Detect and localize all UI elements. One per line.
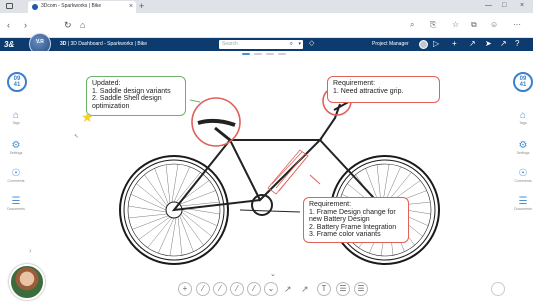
doc-icon: ☰ [11,196,21,207]
tag-icon: ⌂ [519,110,527,121]
wheel-spoke [171,164,179,203]
wheel-spoke [180,213,204,246]
right-sidebar-item-settings[interactable]: ⚙ Settings [513,140,533,155]
sidebar-label: Comments [514,179,532,183]
calendar-widget[interactable]: 09 41 [7,72,27,92]
add-button[interactable]: + [178,282,192,296]
text-tool-button[interactable]: T [317,282,331,296]
info-icon: ☉ [518,168,528,179]
wheel-spoke [158,217,175,254]
marker-tool-button[interactable]: ⁄ [230,282,244,296]
presenter-avatar[interactable] [9,264,45,300]
sidebar-item-comments[interactable]: ☉ Comments [6,168,26,183]
shape-tool-button[interactable]: ⌄ [264,282,278,296]
gear-icon: ⚙ [518,140,528,151]
bike-drawing [119,86,440,265]
frame-requirement-note[interactable]: Requirement: 1. Frame Design change for … [303,197,409,243]
wheel-spoke [130,194,167,211]
grip-requirement-note[interactable]: Requirement: 1. Need attractive grip. [327,76,440,103]
sidebar-item-settings[interactable]: ⚙ Settings [6,140,26,155]
wheel-spoke [128,205,167,213]
chevron-down-icon[interactable]: ⌄ [270,270,276,278]
sidebar-label: Settings [9,151,23,155]
highlighter-tool-button[interactable]: ⁄ [247,282,261,296]
wheel-spoke [154,168,169,205]
right-sidebar-item-tags[interactable]: ⌂ Tags [513,110,533,125]
wheel-spoke [132,215,169,230]
expand-sidebar-button[interactable]: › [29,246,32,255]
app-window: 3Dcom - Sparkworks | Bike × + — □ × ‹ › … [0,0,533,304]
wheel-spoke [179,215,194,252]
wheel-spoke [144,174,168,207]
right-sidebar: 09 41 ⌂ Tags ⚙ Settings ☉ Comments ☰ Doc… [513,60,533,304]
menu-tool-button[interactable]: ☰ [354,282,368,296]
sidebar-label: Comments [7,179,25,183]
wheel-spoke [181,209,218,226]
corner-action-button[interactable] [491,282,505,296]
sidebar-label: Settings [516,151,530,155]
gear-icon: ⚙ [11,140,21,151]
date-bottom: 41 [519,82,527,88]
wheel-spoke [169,217,177,256]
tag-icon: ⌂ [12,110,20,121]
sidebar-label: Tags [12,121,20,125]
wheel-spoke [128,213,168,219]
sidebar-item-documents[interactable]: ☰ Documents [6,196,26,211]
cursor-icon: ↖ [74,134,80,140]
line-tool-button[interactable]: ↗ [301,283,309,295]
sidebar-label: Documents [7,207,25,211]
wheel-spoke [138,216,171,240]
calendar-widget-right[interactable]: 09 41 [513,72,533,92]
pen-tool-button[interactable]: ⁄ [196,282,210,296]
star-icon[interactable]: ★ [81,110,94,124]
pencil-tool-button[interactable]: ⁄ [213,282,227,296]
date-bottom: 41 [13,82,21,88]
sidebar-item-tags[interactable]: ⌂ Tags [6,110,26,125]
wheel-spoke [165,164,171,204]
wheel-spoke [173,166,190,203]
sidebar-label: Documents [514,207,532,211]
info-icon: ☉ [11,168,21,179]
saddle-update-note[interactable]: Updated: 1. Saddle design variants 2. Sa… [86,76,186,116]
right-sidebar-item-documents[interactable]: ☰ Documents [513,196,533,211]
right-sidebar-item-comments[interactable]: ☉ Comments [513,168,533,183]
doc-icon: ☰ [518,196,528,207]
sidebar-label: Tags [519,121,527,125]
arrow-tool-button[interactable]: ↗ [284,283,292,295]
list-tool-button[interactable]: ☰ [336,282,350,296]
wheel-spoke [177,216,183,256]
